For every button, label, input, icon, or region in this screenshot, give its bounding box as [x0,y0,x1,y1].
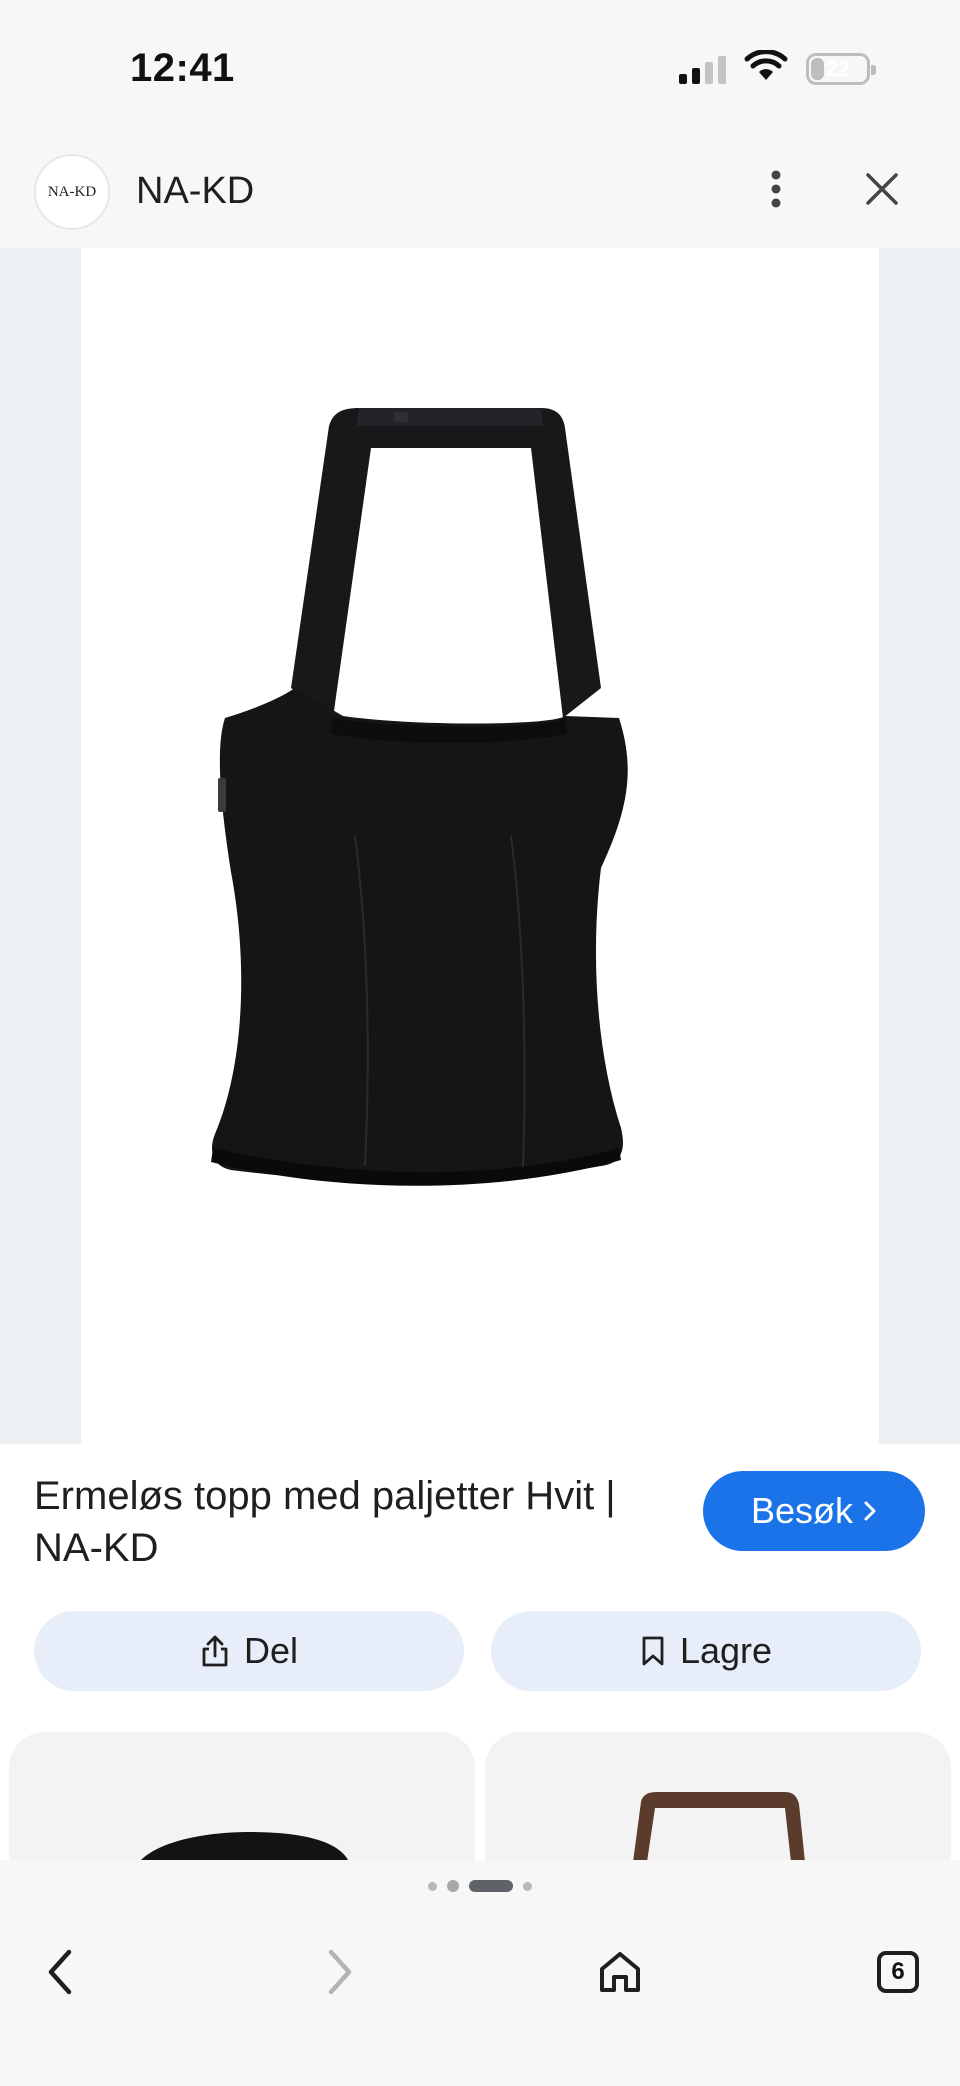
brand-avatar[interactable]: NA-KD [34,154,110,230]
cellular-signal-icon [679,54,726,84]
close-button[interactable] [858,164,906,214]
save-button-label: Lagre [679,1630,773,1671]
more-options-button[interactable] [756,164,796,214]
status-bar: 12:41 22 [0,0,960,140]
share-button-label: Del [243,1630,299,1671]
tab-count: 6 [891,1958,905,1985]
visit-button[interactable]: Besøk [703,1471,925,1551]
product-image-area[interactable] [0,248,960,1444]
close-icon [866,173,898,205]
page-dot [523,1881,532,1891]
page-indicator [0,1880,960,1892]
browser-bottom-bar: 6 [0,1860,960,2086]
home-button[interactable] [580,1932,660,2012]
forward-icon [328,1949,352,1995]
visit-button-label: Besøk [750,1490,854,1531]
related-product-image [485,1732,951,1862]
brand-name[interactable]: NA-KD [136,170,254,213]
black-halter-top-icon [211,408,628,1186]
brand-logo-text: NA-KD [47,183,97,200]
status-icons: 22 [679,49,876,87]
source-header: NA-KD NA-KD [0,140,960,248]
back-icon [48,1949,72,1995]
share-button[interactable]: Del [34,1611,464,1691]
tabs-button[interactable]: 6 [858,1932,938,2012]
wifi-icon [744,49,788,87]
product-title[interactable]: Ermeløs topp med paljetter Hvit | NA-KD [34,1470,674,1574]
related-result-card[interactable] [485,1732,951,1862]
status-time: 12:41 [130,46,235,90]
page-dot [447,1880,459,1892]
share-icon [202,1635,228,1667]
related-product-image [9,1732,475,1862]
chevron-right-icon [864,1501,876,1521]
battery-icon: 22 [806,52,876,85]
page-dot [428,1881,437,1891]
save-button[interactable]: Lagre [491,1611,921,1691]
bookmark-icon [642,1636,664,1666]
forward-button[interactable] [300,1932,380,2012]
battery-level: 22 [825,55,851,81]
page-dot-active [469,1880,513,1892]
back-button[interactable] [20,1932,100,2012]
related-result-card[interactable] [9,1732,475,1862]
product-image[interactable] [81,248,879,1444]
more-vert-icon [771,170,781,208]
home-icon [600,1952,640,1992]
